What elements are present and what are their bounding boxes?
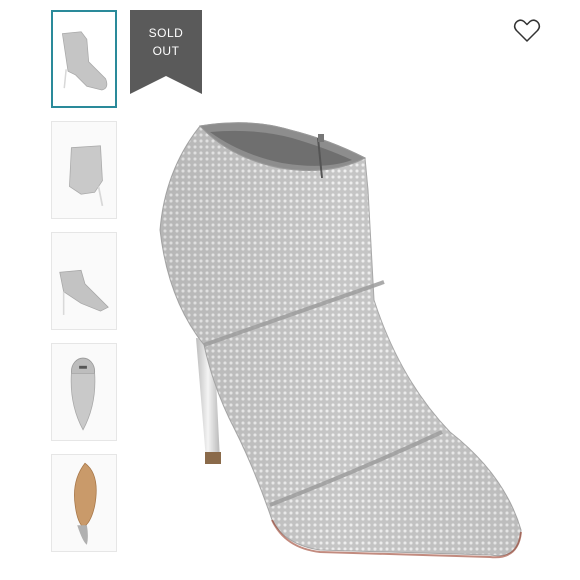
sold-out-line-2: OUT [152,44,180,58]
boot-thumbnail-image [59,269,109,315]
boot-shading [160,122,521,556]
boot-thumbnail-image [69,145,104,207]
sold-out-badge: SOLD OUT [130,10,202,94]
thumbnail-back-quarter[interactable] [51,121,117,219]
boot-thumbnail-image [61,31,108,91]
heart-outline-icon [513,19,541,42]
ankle-boot-illustration [159,122,522,559]
zipper-pull [318,134,324,142]
boot-thumbnail-image [70,357,96,431]
thumbnail-top-down[interactable] [51,343,117,441]
thumbnail-side-profile[interactable] [51,232,117,330]
heel-tip [205,452,221,464]
boot-thumbnail-image [74,462,97,545]
main-product-image [150,100,550,570]
sold-out-line-1: SOLD [148,26,184,40]
thumbnail-sole[interactable] [51,454,117,552]
thumbnail-angled-side[interactable] [51,10,117,108]
sold-out-label: SOLD OUT [130,24,202,60]
wishlist-button[interactable] [513,18,541,44]
